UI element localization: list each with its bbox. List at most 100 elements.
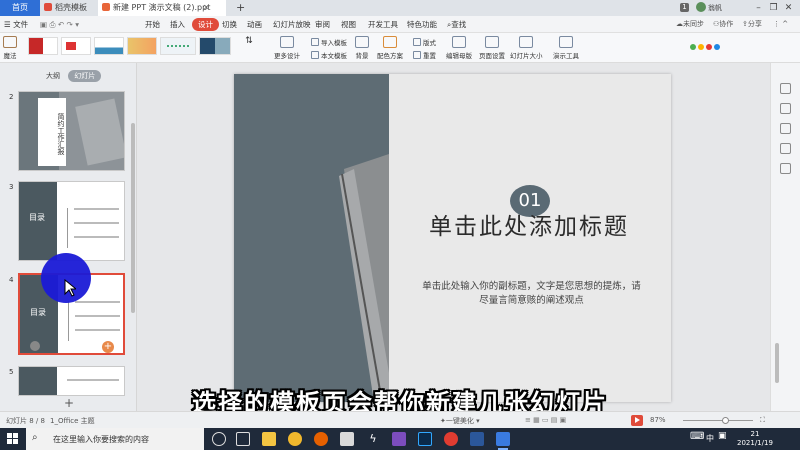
menu-design[interactable]: 设计 — [192, 18, 219, 31]
template-thumb-2[interactable] — [61, 37, 91, 55]
chrome-icon[interactable] — [288, 432, 302, 446]
keyboard-icon[interactable]: ⌨ — [690, 431, 704, 442]
layout-button[interactable]: 版式 — [413, 37, 436, 47]
template-thumb-3[interactable] — [94, 37, 124, 55]
menu-search[interactable]: ⌕查找 — [447, 18, 466, 31]
file-explorer-icon[interactable] — [262, 432, 276, 446]
panel-scrollbar[interactable] — [131, 123, 135, 313]
visual-studio-icon[interactable] — [392, 432, 406, 446]
shape-icon[interactable] — [780, 103, 791, 114]
app-icon[interactable] — [340, 432, 354, 446]
menu-developer[interactable]: 开发工具 — [368, 18, 398, 31]
share-button[interactable]: ⇪分享 — [742, 18, 762, 31]
word-icon[interactable] — [470, 432, 484, 446]
canvas-scrollbar[interactable] — [775, 343, 779, 383]
background-label: 背景 — [355, 52, 369, 60]
more-design-button[interactable]: 更多设计 — [274, 36, 300, 60]
background-button[interactable]: 背景 — [355, 36, 369, 60]
play-icon[interactable] — [30, 341, 40, 351]
reset-label: 重置 — [423, 52, 436, 60]
color-scheme-button[interactable]: 配色方案 — [377, 36, 403, 60]
zoom-slider[interactable] — [683, 420, 753, 421]
record-icon[interactable] — [444, 432, 458, 446]
slide-title[interactable]: 单击此处添加标题 — [429, 212, 629, 242]
menu-transition[interactable]: 切换 — [222, 18, 237, 31]
magic-button[interactable]: 魔法 — [3, 36, 17, 60]
minimize-icon[interactable]: – — [751, 0, 766, 16]
status-bar: 幻灯片 8 / 8 1_Office 主题 ✦一键美化 ▾ ≡ ▦ ▭ ▤ ▣ … — [0, 411, 800, 428]
select-icon[interactable] — [780, 83, 791, 94]
tab-home[interactable]: 首页 — [0, 0, 40, 16]
template-thumb-6[interactable] — [199, 37, 231, 55]
template-thumb-1[interactable] — [28, 37, 58, 55]
menu-animation[interactable]: 动画 — [247, 18, 262, 31]
system-clock[interactable]: 21 2021/1/19 — [737, 430, 773, 448]
slide-thumb-3[interactable]: 目录 — [18, 181, 125, 261]
menu-start[interactable]: 开始 — [145, 18, 160, 31]
current-slide[interactable]: 01 单击此处添加标题 单击此处输入你的副标题，文字是您思想的提炼，请尽量言简意… — [234, 74, 671, 402]
collaborate-button[interactable]: ⚇协作 — [713, 18, 733, 31]
menu-special[interactable]: 特色功能 — [407, 18, 437, 31]
taskbar-search-box[interactable]: ⌕ 在这里输入你要搜索的内容 — [26, 428, 204, 450]
color-scheme-label: 配色方案 — [377, 52, 403, 60]
quick-access-icons[interactable]: ▣ ⎙ ↶ ↷ ▾ — [40, 18, 79, 31]
template-nav-icon[interactable]: ⇅ — [244, 36, 254, 50]
tray-app-icon[interactable]: ▣ — [718, 431, 727, 441]
hamburger-icon: ☰ — [4, 20, 14, 29]
view-mode-icons[interactable]: ≡ ▦ ▭ ▤ ▣ — [525, 416, 566, 424]
lightning-icon[interactable]: ϟ — [366, 432, 380, 446]
close-tab-icon[interactable]: ✕ — [203, 0, 210, 16]
import-template-button[interactable]: 导入模板 — [311, 37, 347, 47]
task-view-icon[interactable] — [236, 432, 250, 446]
template-thumb-4[interactable] — [127, 37, 157, 55]
share-label: 分享 — [747, 20, 762, 28]
beautify-button[interactable]: ✦一键美化 ▾ — [440, 416, 480, 426]
more-menu-icon[interactable]: ⋮ ^ — [773, 18, 788, 31]
new-tab-button[interactable]: + — [236, 0, 245, 15]
close-icon[interactable]: ✕ — [781, 0, 796, 16]
this-text-template-button[interactable]: 本文模板 — [311, 50, 347, 60]
menu-file[interactable]: ☰ 文件 — [4, 18, 28, 31]
layout-icon — [413, 38, 421, 46]
palette-icon — [383, 36, 397, 48]
tab-daoke[interactable]: 稻壳模板 — [40, 0, 98, 16]
menu-review[interactable]: 审阅 — [315, 18, 330, 31]
tab-outline[interactable]: 大纲 — [40, 70, 66, 82]
edit-master-button[interactable]: 编辑母版 — [446, 36, 472, 60]
windows-start-icon[interactable] — [7, 433, 19, 445]
ime-indicator[interactable]: 中 — [706, 433, 714, 444]
cloud-sync[interactable]: ☁未同步 — [676, 18, 704, 31]
menu-view[interactable]: 视图 — [341, 18, 356, 31]
slide-thumb-2[interactable]: 简约工作汇报 — [18, 91, 125, 171]
menu-insert[interactable]: 插入 — [170, 18, 185, 31]
play-slideshow-icon[interactable] — [631, 415, 643, 426]
animation-icon[interactable] — [780, 143, 791, 154]
maximize-icon[interactable]: ❐ — [766, 0, 781, 16]
master-icon — [452, 36, 466, 48]
transition-icon[interactable] — [780, 163, 791, 174]
design-ribbon: 魔法 ⇅ 更多设计 导入模板 本文模板 背景 配色方案 版式 重置 编辑母版 页… — [0, 33, 800, 63]
presentation-tools-button[interactable]: 演示工具 — [553, 36, 579, 60]
tab-slides[interactable]: 幻灯片 — [68, 70, 102, 82]
edit-master-label: 编辑母版 — [446, 52, 472, 60]
tab-document-label: 新建 PPT 演示文稿 (2).ppt — [113, 3, 211, 12]
zoom-slider-handle[interactable] — [722, 417, 729, 424]
settings-icon[interactable] — [780, 123, 791, 134]
cortana-icon[interactable] — [212, 432, 226, 446]
photoshop-icon[interactable] — [418, 432, 432, 446]
reset-button[interactable]: 重置 — [413, 50, 436, 60]
background-icon — [355, 36, 369, 48]
fit-window-icon[interactable]: ⛶ — [760, 416, 765, 425]
page-setup-button[interactable]: 页面设置 — [479, 36, 505, 60]
wps-icon[interactable] — [496, 432, 510, 450]
firefox-icon[interactable] — [314, 432, 328, 446]
user-account[interactable]: 翁帆 — [696, 2, 722, 13]
notification-badge[interactable]: 1 — [680, 3, 689, 12]
menu-slideshow[interactable]: 幻灯片放映 — [273, 18, 311, 31]
slide-size-button[interactable]: 幻灯片大小 — [510, 36, 543, 60]
zoom-level[interactable]: 87% — [650, 416, 666, 424]
add-slide-icon[interactable]: + — [102, 341, 114, 353]
page-setup-label: 页面设置 — [479, 52, 505, 60]
template-thumb-5[interactable] — [160, 37, 196, 55]
slide-subtitle[interactable]: 单击此处输入你的副标题，文字是您思想的提炼，请尽量言简意赅的阐述观点 — [419, 280, 644, 308]
